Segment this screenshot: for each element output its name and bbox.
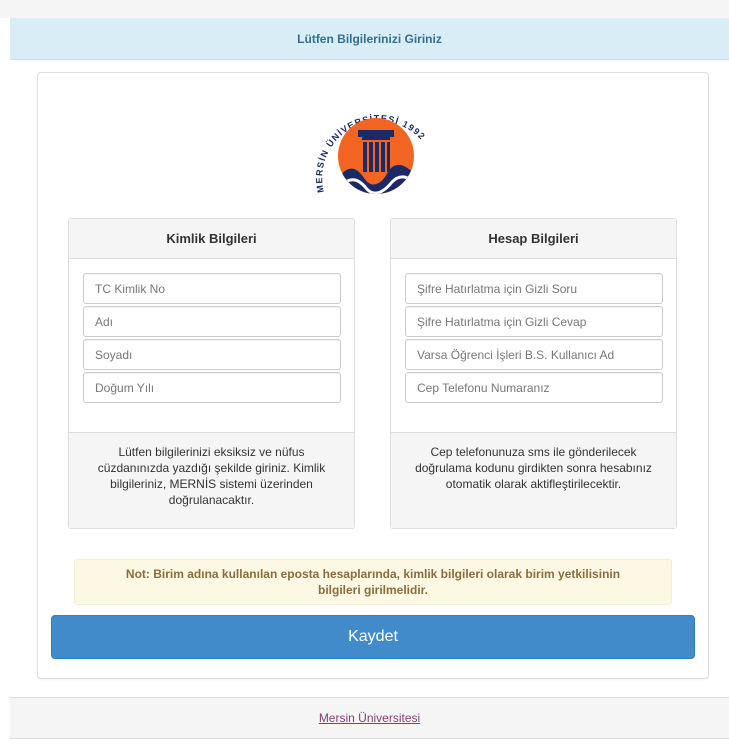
page-footer: Mersin Üniversitesi [10, 697, 729, 739]
last-name-input[interactable] [83, 339, 341, 370]
secret-question-input[interactable] [405, 273, 663, 304]
account-info-text: Cep telefonunuza sms ile gönderilecek do… [391, 432, 676, 528]
identity-box: Kimlik Bilgileri Lütfen bilgilerinizi ek… [68, 218, 355, 529]
birth-year-input[interactable] [83, 372, 341, 403]
account-box: Hesap Bilgileri Cep telefonunuza sms ile… [390, 218, 677, 529]
page-header: Lütfen Bilgilerinizi Giriniz [10, 18, 729, 60]
account-fields [391, 259, 676, 434]
account-box-title: Hesap Bilgileri [391, 219, 676, 259]
first-name-input[interactable] [83, 306, 341, 337]
warning-note: Not: Birim adına kullanılan eposta hesap… [74, 559, 672, 605]
student-affairs-username-input[interactable] [405, 339, 663, 370]
mobile-phone-input[interactable] [405, 372, 663, 403]
save-button[interactable]: Kaydet [51, 615, 695, 659]
page-title: Lütfen Bilgilerinizi Giriniz [297, 31, 442, 46]
identity-info-text: Lütfen bilgilerinizi eksiksiz ve nüfus c… [69, 432, 354, 528]
identity-fields [69, 259, 354, 434]
footer-university-link[interactable]: Mersin Üniversitesi [319, 711, 420, 725]
tc-kimlik-input[interactable] [83, 273, 341, 304]
top-strip [0, 0, 729, 18]
secret-answer-input[interactable] [405, 306, 663, 337]
university-logo: MERSİN ÜNİVERSİTESİ 1992 [314, 113, 426, 194]
identity-box-title: Kimlik Bilgileri [69, 219, 354, 259]
